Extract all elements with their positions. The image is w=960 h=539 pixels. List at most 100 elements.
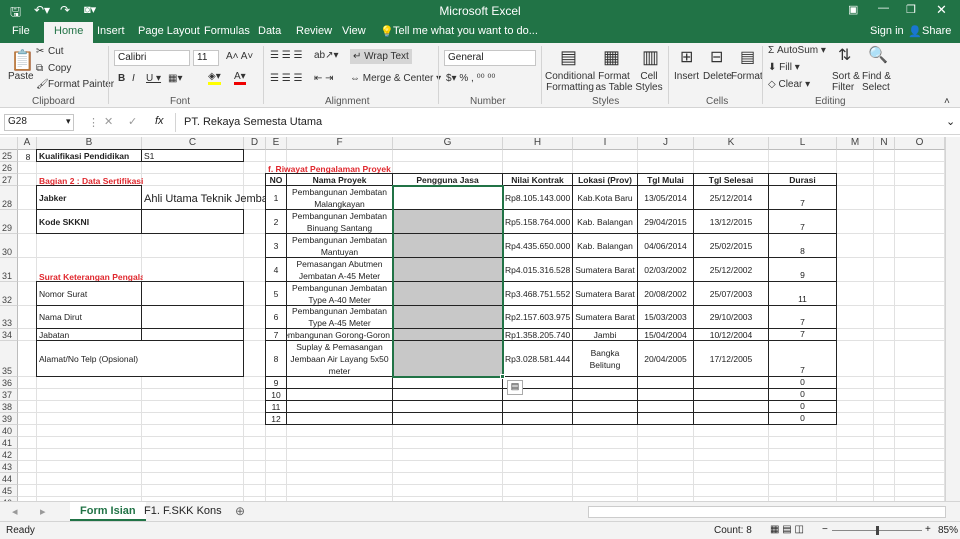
- project-durasi-cell[interactable]: 11: [768, 281, 837, 306]
- enter-icon[interactable]: ✓: [128, 115, 137, 128]
- row-header-43[interactable]: 43: [0, 461, 18, 473]
- align-left-icons[interactable]: ☰ ☰ ☰: [270, 73, 302, 84]
- project-nilai-cell[interactable]: Rp 8.105.143.000: [502, 185, 573, 210]
- cell-b33[interactable]: Nama Dirut: [36, 305, 142, 329]
- project-mulai-cell[interactable]: [637, 412, 694, 425]
- project-nama-cell[interactable]: Pemasangan Abutmen Jembatan A-45 Meter: [286, 257, 393, 282]
- project-selesai-cell[interactable]: 25/12/2002: [693, 257, 769, 282]
- bold-button[interactable]: B: [118, 73, 125, 84]
- insert-function-button[interactable]: fx: [155, 115, 164, 127]
- tab-formulas[interactable]: Formulas: [204, 25, 250, 37]
- project-durasi-cell[interactable]: 7: [768, 209, 837, 234]
- project-no-cell[interactable]: 4: [265, 257, 287, 282]
- project-selesai-cell[interactable]: 13/12/2015: [693, 209, 769, 234]
- row-header-26[interactable]: 26: [0, 162, 18, 174]
- cell-c29[interactable]: [141, 209, 244, 234]
- project-nama-cell[interactable]: Pembangunan Jembatan Type A-45 Meter: [286, 305, 393, 329]
- cell-b35[interactable]: Alamat/No Telp (Opsional): [36, 340, 244, 377]
- project-durasi-cell[interactable]: 7: [768, 185, 837, 210]
- row-header-33[interactable]: 33: [0, 306, 18, 329]
- collapse-ribbon-icon[interactable]: ˄: [944, 96, 950, 107]
- select-all-corner[interactable]: [0, 137, 18, 150]
- column-header-g[interactable]: G: [393, 137, 503, 150]
- minimize-icon[interactable]: —: [878, 2, 889, 14]
- sheet-tab-f1-fskk-kons[interactable]: F1. F.SKK Kons: [134, 502, 232, 521]
- insert-cells-button[interactable]: Insert: [674, 71, 699, 82]
- project-nilai-cell[interactable]: Rp 2.157.603.975: [502, 305, 573, 329]
- font-size-select[interactable]: 11: [193, 50, 219, 66]
- row-header-27[interactable]: 27: [0, 174, 18, 186]
- tell-me-input[interactable]: Tell me what you want to do...: [393, 25, 538, 37]
- tab-file[interactable]: File: [12, 25, 30, 37]
- row-header-34[interactable]: 34: [0, 329, 18, 341]
- wrap-text-button[interactable]: ↵ Wrap Text: [350, 49, 412, 64]
- row-header-42[interactable]: 42: [0, 449, 18, 461]
- row-header-28[interactable]: 28: [0, 186, 18, 210]
- project-lokasi-cell[interactable]: [572, 412, 638, 425]
- zoom-slider-thumb[interactable]: [876, 526, 879, 535]
- row-header-25[interactable]: 25: [0, 150, 18, 162]
- project-nilai-cell[interactable]: Rp 4.015.316.528: [502, 257, 573, 282]
- row-header-40[interactable]: 40: [0, 425, 18, 437]
- paste-icon[interactable]: 📋: [10, 48, 35, 73]
- autosum-button[interactable]: Σ AutoSum ▾: [768, 45, 826, 56]
- project-mulai-cell[interactable]: 20/08/2002: [637, 281, 694, 306]
- column-header-n[interactable]: N: [874, 137, 895, 150]
- ribbon-display-icon[interactable]: ▣: [848, 3, 858, 16]
- zoom-level[interactable]: 85%: [938, 525, 958, 536]
- cut-button[interactable]: Cut: [48, 46, 64, 57]
- column-header-e[interactable]: E: [266, 137, 287, 150]
- worksheet-grid[interactable]: A B C D E F G H I J K L M N O 25 26 27 28 29 30 31 32 33 34 35 36 3…: [0, 137, 945, 501]
- delete-cells-button[interactable]: Delete: [703, 71, 732, 82]
- project-lokasi-cell[interactable]: Kab. Balangan: [572, 209, 638, 234]
- project-lokasi-cell[interactable]: Sumatera Barat: [572, 305, 638, 329]
- project-lokasi-cell[interactable]: Sumatera Barat: [572, 281, 638, 306]
- share-button[interactable]: Share: [922, 25, 951, 37]
- column-header-m[interactable]: M: [837, 137, 874, 150]
- project-selesai-cell[interactable]: 25/12/2014: [693, 185, 769, 210]
- format-as-table-button[interactable]: Format as Table: [594, 71, 634, 93]
- project-nilai-cell[interactable]: Rp 3.468.751.552: [502, 281, 573, 306]
- cancel-icon[interactable]: ✕: [104, 115, 113, 128]
- horizontal-scrollbar[interactable]: [588, 506, 946, 518]
- merge-center-button[interactable]: ⇔ Merge & Center ▾: [350, 73, 441, 84]
- project-selesai-cell[interactable]: 17/12/2005: [693, 340, 769, 377]
- format-painter-button[interactable]: Format Painter: [48, 79, 114, 90]
- project-nama-cell[interactable]: Pembangunan Jembatan Type A-40 Meter: [286, 281, 393, 306]
- project-pengguna-cell[interactable]: [392, 412, 503, 425]
- project-nama-cell[interactable]: [286, 412, 393, 425]
- project-nama-cell[interactable]: Pembangunan Jembatan Binuang Santang: [286, 209, 393, 234]
- fill-button[interactable]: ⬇ Fill ▾: [768, 62, 800, 73]
- zoom-in-icon[interactable]: +: [925, 524, 931, 535]
- underline-button[interactable]: U ▾: [146, 73, 161, 84]
- project-nilai-cell[interactable]: Rp 5.158.764.000: [502, 209, 573, 234]
- font-name-select[interactable]: Calibri: [114, 50, 190, 66]
- project-mulai-cell[interactable]: 02/03/2002: [637, 257, 694, 282]
- project-durasi-cell[interactable]: 0: [768, 412, 837, 425]
- project-lokasi-cell[interactable]: Bangka Belitung: [572, 340, 638, 377]
- column-header-a[interactable]: A: [18, 137, 37, 150]
- project-nilai-cell[interactable]: [502, 412, 573, 425]
- name-box[interactable]: G28: [4, 114, 74, 131]
- project-mulai-cell[interactable]: 04/06/2014: [637, 233, 694, 258]
- grow-shrink-font-icons[interactable]: A˄ A˅: [226, 51, 253, 62]
- sort-filter-button[interactable]: Sort & Filter: [832, 71, 860, 93]
- font-color-icon[interactable]: A▾: [234, 71, 246, 85]
- project-no-cell[interactable]: 8: [265, 340, 287, 377]
- project-nama-cell[interactable]: Pembangunan Jembatan Mantuyan: [286, 233, 393, 258]
- tab-view[interactable]: View: [342, 25, 366, 37]
- project-nama-cell[interactable]: Pembangunan Jembatan Malangkayan: [286, 185, 393, 210]
- project-durasi-cell[interactable]: 8: [768, 233, 837, 258]
- project-mulai-cell[interactable]: 20/04/2005: [637, 340, 694, 377]
- restore-icon[interactable]: ❐: [906, 3, 916, 16]
- cell-b31[interactable]: Surat Keterangan Pengalaman Kerja: [37, 258, 143, 283]
- fill-color-icon[interactable]: ◈▾: [208, 71, 221, 85]
- column-header-k[interactable]: K: [694, 137, 769, 150]
- name-box-dropdown-icon[interactable]: ▾: [66, 116, 71, 127]
- project-lokasi-cell[interactable]: Sumatera Barat: [572, 257, 638, 282]
- indent-icons[interactable]: ⇤ ⇥: [314, 73, 334, 84]
- cell-c28[interactable]: Ahli Utama Teknik Jembatan: [142, 186, 283, 211]
- cell-b29[interactable]: Kode SKKNI: [36, 209, 142, 234]
- number-format-icons[interactable]: $▾ % , ⁰⁰ ⁰⁰: [446, 73, 495, 84]
- format-cells-button[interactable]: Format: [731, 71, 763, 82]
